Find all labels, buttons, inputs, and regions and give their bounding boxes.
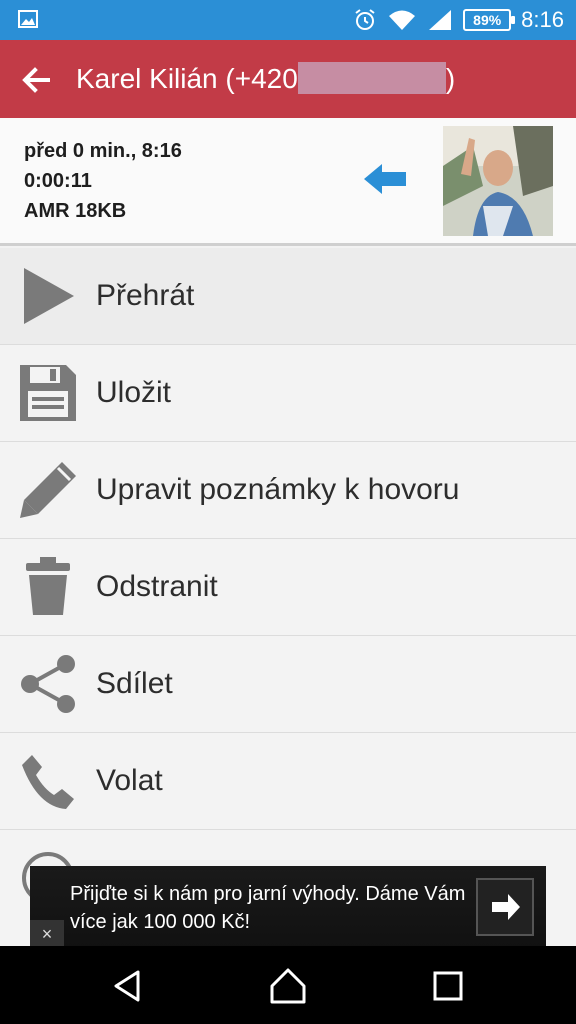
- pencil-icon: [20, 462, 76, 518]
- phone-icon: [22, 755, 74, 809]
- alarm-icon: [355, 9, 375, 30]
- title-close-paren: ): [445, 63, 456, 94]
- call-duration: 0:00:11: [24, 170, 92, 192]
- action-menu: Přehrát Uložit Upravit poznámky k hovoru…: [0, 248, 576, 830]
- avatar: [443, 126, 553, 236]
- menu-item-save[interactable]: Uložit: [0, 345, 576, 442]
- share-icon: [21, 655, 75, 713]
- trash-icon: [26, 557, 70, 615]
- status-bar: 89% 8:16: [0, 0, 576, 40]
- redacted-number: [297, 61, 446, 94]
- wifi-icon: [389, 10, 416, 30]
- battery-percent: 89%: [473, 12, 502, 28]
- menu-item-edit-notes[interactable]: Upravit poznámky k hovoru: [0, 442, 576, 539]
- ad-text: Přijďte si k nám pro jarní výhody. Dáme …: [70, 883, 466, 933]
- home-icon[interactable]: [268, 966, 308, 1006]
- ad-banner[interactable]: Přijďte si k nám pro jarní výhody. Dáme …: [30, 866, 546, 948]
- menu-item-share[interactable]: Sdílet: [0, 636, 576, 733]
- recording-format: AMR 18KB: [24, 200, 127, 222]
- incoming-arrow-icon: [364, 164, 406, 194]
- page-title: Karel Kilián (+420): [76, 61, 456, 96]
- ad-close-button[interactable]: ×: [30, 920, 64, 948]
- menu-item-play[interactable]: Přehrát: [0, 248, 576, 345]
- menu-item-delete[interactable]: Odstranit: [0, 539, 576, 636]
- play-icon: [24, 268, 74, 324]
- back-icon[interactable]: [108, 966, 148, 1006]
- contact-name-number: Karel Kilián (+420: [76, 63, 298, 94]
- signal-icon: [429, 10, 452, 30]
- back-arrow-icon[interactable]: [16, 60, 56, 100]
- menu-item-label: Volat: [96, 764, 163, 797]
- call-info-panel: před 0 min., 8:16 0:00:11 AMR 18KB: [0, 118, 576, 246]
- call-time: před 0 min., 8:16: [24, 140, 182, 162]
- navigation-bar: [0, 946, 576, 1024]
- menu-item-label: Uložit: [96, 376, 172, 409]
- arrow-right-icon: [492, 894, 520, 920]
- save-icon: [20, 365, 76, 421]
- battery-icon: 89%: [463, 9, 516, 31]
- app-bar: Karel Kilián (+420): [0, 40, 576, 118]
- menu-item-label: Sdílet: [96, 667, 173, 700]
- recents-icon[interactable]: [428, 966, 468, 1006]
- menu-item-label: Odstranit: [96, 570, 218, 603]
- clock: 8:16: [521, 7, 564, 32]
- menu-item-call[interactable]: Volat: [0, 733, 576, 830]
- image-icon: [18, 10, 38, 28]
- menu-item-label: Upravit poznámky k hovoru: [96, 473, 460, 506]
- ad-action-button[interactable]: [476, 878, 534, 936]
- menu-item-label: Přehrát: [96, 279, 195, 312]
- contact-photo[interactable]: [443, 126, 553, 236]
